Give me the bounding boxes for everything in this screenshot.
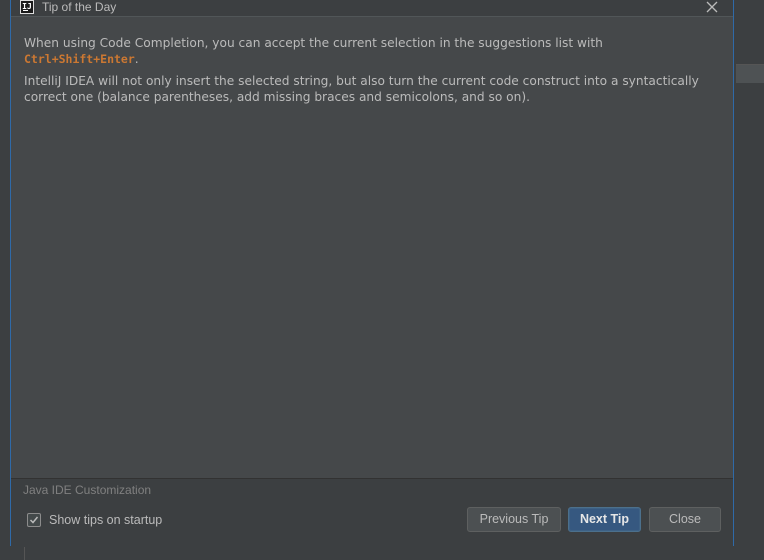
tip-text: When using Code Completion, you can acce…	[24, 35, 724, 111]
show-tips-label: Show tips on startup	[49, 513, 163, 527]
previous-tip-button[interactable]: Previous Tip	[467, 507, 561, 532]
close-icon[interactable]	[705, 0, 719, 14]
keyboard-shortcut: Ctrl+Shift+Enter	[24, 52, 135, 66]
close-button[interactable]: Close	[649, 507, 721, 532]
dialog-titlebar: IJ Tip of the Day	[11, 0, 733, 16]
tip-content-area: When using Code Completion, you can acce…	[11, 16, 733, 479]
tip-category: Java IDE Customization	[23, 483, 152, 497]
tip-paragraph-1: When using Code Completion, you can acce…	[24, 35, 724, 67]
tip-paragraph-2: IntelliJ IDEA will not only insert the s…	[24, 74, 699, 104]
tip-of-the-day-dialog: IJ Tip of the Day When using Code Comple…	[10, 0, 734, 547]
checkmark-icon	[29, 516, 39, 524]
ide-background-strip	[736, 64, 764, 83]
show-tips-checkbox-row[interactable]: Show tips on startup	[27, 512, 162, 528]
intellij-idea-icon: IJ	[20, 0, 34, 14]
tip-line1-prefix: When using Code Completion, you can acce…	[24, 36, 603, 50]
tip-line1-suffix: .	[134, 52, 139, 66]
dialog-title: Tip of the Day	[42, 0, 117, 14]
dialog-footer: Java IDE Customization Show tips on star…	[11, 478, 733, 547]
show-tips-checkbox[interactable]	[27, 513, 41, 527]
next-tip-button[interactable]: Next Tip	[568, 507, 641, 532]
